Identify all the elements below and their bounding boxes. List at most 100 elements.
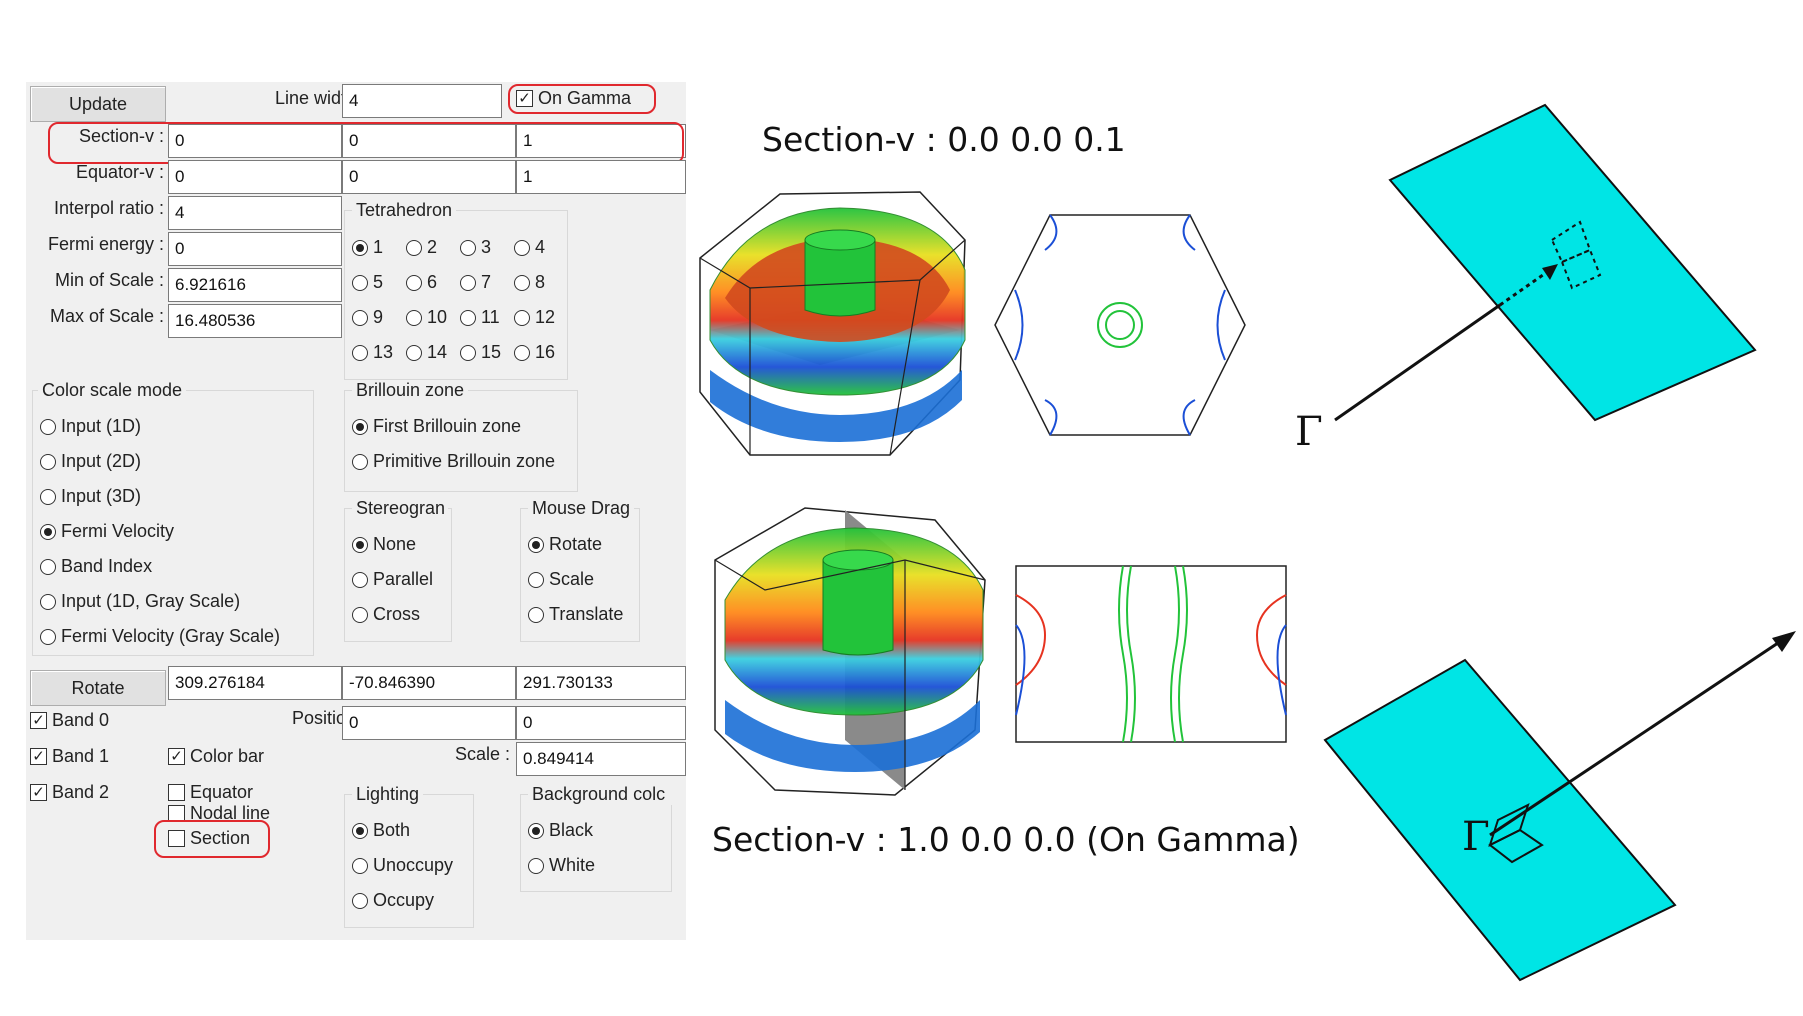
bg-white-radio-dot[interactable] (528, 857, 544, 874)
rotate-input-2[interactable]: -70.846390 (342, 666, 516, 700)
tetra-radio-16-dot[interactable] (514, 344, 530, 361)
equator-v-input-1[interactable]: 0 (168, 160, 342, 194)
color-mode-fermi-velocity-gray[interactable]: Fermi Velocity (Gray Scale) (40, 626, 280, 647)
tetra-radio-15[interactable]: 15 (460, 342, 501, 363)
color-bar-checkbox[interactable]: ✓ Color bar (168, 746, 264, 767)
color-mode-fermi-velocity-dot[interactable] (40, 523, 56, 540)
band1-checkbox[interactable]: ✓ Band 1 (30, 746, 109, 767)
tetra-radio-9-dot[interactable] (352, 309, 368, 326)
tetra-radio-3-dot[interactable] (460, 239, 476, 256)
tetra-radio-8-dot[interactable] (514, 274, 530, 291)
color-bar-checkbox-box[interactable]: ✓ (168, 748, 185, 765)
stereo-cross-radio[interactable]: Cross (352, 604, 420, 625)
tetra-radio-5[interactable]: 5 (352, 272, 383, 293)
color-mode-input-1d-gray[interactable]: Input (1D, Gray Scale) (40, 591, 240, 612)
update-button[interactable]: Update (30, 86, 166, 122)
equator-v-input-2[interactable]: 0 (342, 160, 516, 194)
band2-checkbox[interactable]: ✓ Band 2 (30, 782, 109, 803)
bg-black-radio[interactable]: Black (528, 820, 593, 841)
tetra-radio-10-dot[interactable] (406, 309, 422, 326)
stereo-cross-radio-dot[interactable] (352, 606, 368, 623)
lighting-occupy-radio[interactable]: Occupy (352, 890, 434, 911)
position-input-2[interactable]: 0 (516, 706, 686, 740)
scale-input[interactable]: 0.849414 (516, 742, 686, 776)
bz-first-radio-dot[interactable] (352, 418, 368, 435)
stereo-none-radio[interactable]: None (352, 534, 416, 555)
equator-v-input-3[interactable]: 1 (516, 160, 686, 194)
rotate-input-3[interactable]: 291.730133 (516, 666, 686, 700)
color-mode-fermi-velocity-gray-dot[interactable] (40, 628, 56, 645)
lighting-occupy-radio-dot[interactable] (352, 892, 368, 909)
lighting-unoccupy-radio-dot[interactable] (352, 857, 368, 874)
color-mode-input-3d[interactable]: Input (3D) (40, 486, 141, 507)
nodal-line-checkbox-box[interactable] (168, 804, 185, 822)
tetra-radio-14[interactable]: 14 (406, 342, 447, 363)
drag-scale-radio[interactable]: Scale (528, 569, 594, 590)
tetra-radio-14-dot[interactable] (406, 344, 422, 361)
drag-rotate-radio[interactable]: Rotate (528, 534, 602, 555)
bz-primitive-radio[interactable]: Primitive Brillouin zone (352, 451, 555, 472)
band0-checkbox-box[interactable]: ✓ (30, 712, 47, 729)
bg-white-radio[interactable]: White (528, 855, 595, 876)
band1-checkbox-box[interactable]: ✓ (30, 748, 47, 765)
tetra-radio-2-dot[interactable] (406, 239, 422, 256)
line-width-input[interactable]: 4 (342, 84, 502, 118)
rotate-input-1[interactable]: 309.276184 (168, 666, 342, 700)
lighting-unoccupy-radio[interactable]: Unoccupy (352, 855, 453, 876)
tetra-radio-4-dot[interactable] (514, 239, 530, 256)
tetra-radio-10[interactable]: 10 (406, 307, 447, 328)
tetra-radio-8[interactable]: 8 (514, 272, 545, 293)
tetra-radio-15-dot[interactable] (460, 344, 476, 361)
tetra-radio-12[interactable]: 12 (514, 307, 555, 328)
color-mode-input-1d-gray-dot[interactable] (40, 593, 56, 610)
interpol-ratio-input[interactable]: 4 (168, 196, 342, 230)
drag-translate-radio-dot[interactable] (528, 606, 544, 623)
tetra-radio-6-dot[interactable] (406, 274, 422, 291)
tetra-radio-2[interactable]: 2 (406, 237, 437, 258)
band2-checkbox-box[interactable]: ✓ (30, 784, 47, 801)
tetra-radio-11-dot[interactable] (460, 309, 476, 326)
drag-scale-radio-dot[interactable] (528, 571, 544, 588)
stereo-none-radio-dot[interactable] (352, 536, 368, 553)
tetra-radio-4[interactable]: 4 (514, 237, 545, 258)
tetra-radio-1[interactable]: 1 (352, 237, 383, 258)
fermi-energy-input[interactable]: 0 (168, 232, 342, 266)
color-mode-fermi-velocity[interactable]: Fermi Velocity (40, 521, 174, 542)
tetra-radio-3[interactable]: 3 (460, 237, 491, 258)
tetra-radio-9[interactable]: 9 (352, 307, 383, 328)
rotate-button[interactable]: Rotate (30, 670, 166, 706)
tetra-radio-11[interactable]: 11 (460, 307, 500, 328)
min-scale-input[interactable]: 6.921616 (168, 268, 342, 302)
drag-translate-radio[interactable]: Translate (528, 604, 623, 625)
tetra-radio-1-dot[interactable] (352, 239, 368, 256)
lighting-both-radio[interactable]: Both (352, 820, 410, 841)
color-mode-input-2d[interactable]: Input (2D) (40, 451, 141, 472)
band0-checkbox[interactable]: ✓ Band 0 (30, 710, 109, 731)
equator-checkbox-box[interactable] (168, 784, 185, 801)
tetra-radio-12-dot[interactable] (514, 309, 530, 326)
position-input-1[interactable]: 0 (342, 706, 516, 740)
background-color-group (520, 794, 672, 892)
drag-rotate-radio-dot[interactable] (528, 536, 544, 553)
tetra-radio-7-dot[interactable] (460, 274, 476, 291)
stereo-parallel-radio[interactable]: Parallel (352, 569, 433, 590)
max-scale-input[interactable]: 16.480536 (168, 304, 342, 338)
bz-first-radio[interactable]: First Brillouin zone (352, 416, 521, 437)
equator-checkbox[interactable]: Equator (168, 782, 253, 803)
tetra-radio-6[interactable]: 6 (406, 272, 437, 293)
color-mode-input-3d-dot[interactable] (40, 488, 56, 505)
tetra-radio-7[interactable]: 7 (460, 272, 491, 293)
stereo-parallel-radio-dot[interactable] (352, 571, 368, 588)
bg-black-radio-dot[interactable] (528, 822, 544, 839)
color-mode-input-1d-dot[interactable] (40, 418, 56, 435)
color-mode-input-1d[interactable]: Input (1D) (40, 416, 141, 437)
tetra-radio-5-dot[interactable] (352, 274, 368, 291)
color-mode-band-index[interactable]: Band Index (40, 556, 152, 577)
bz-primitive-radio-dot[interactable] (352, 453, 368, 470)
lighting-both-radio-dot[interactable] (352, 822, 368, 839)
tetra-radio-13-dot[interactable] (352, 344, 368, 361)
color-mode-input-2d-dot[interactable] (40, 453, 56, 470)
color-mode-band-index-dot[interactable] (40, 558, 56, 575)
tetra-radio-16[interactable]: 16 (514, 342, 555, 363)
tetra-radio-13[interactable]: 13 (352, 342, 393, 363)
